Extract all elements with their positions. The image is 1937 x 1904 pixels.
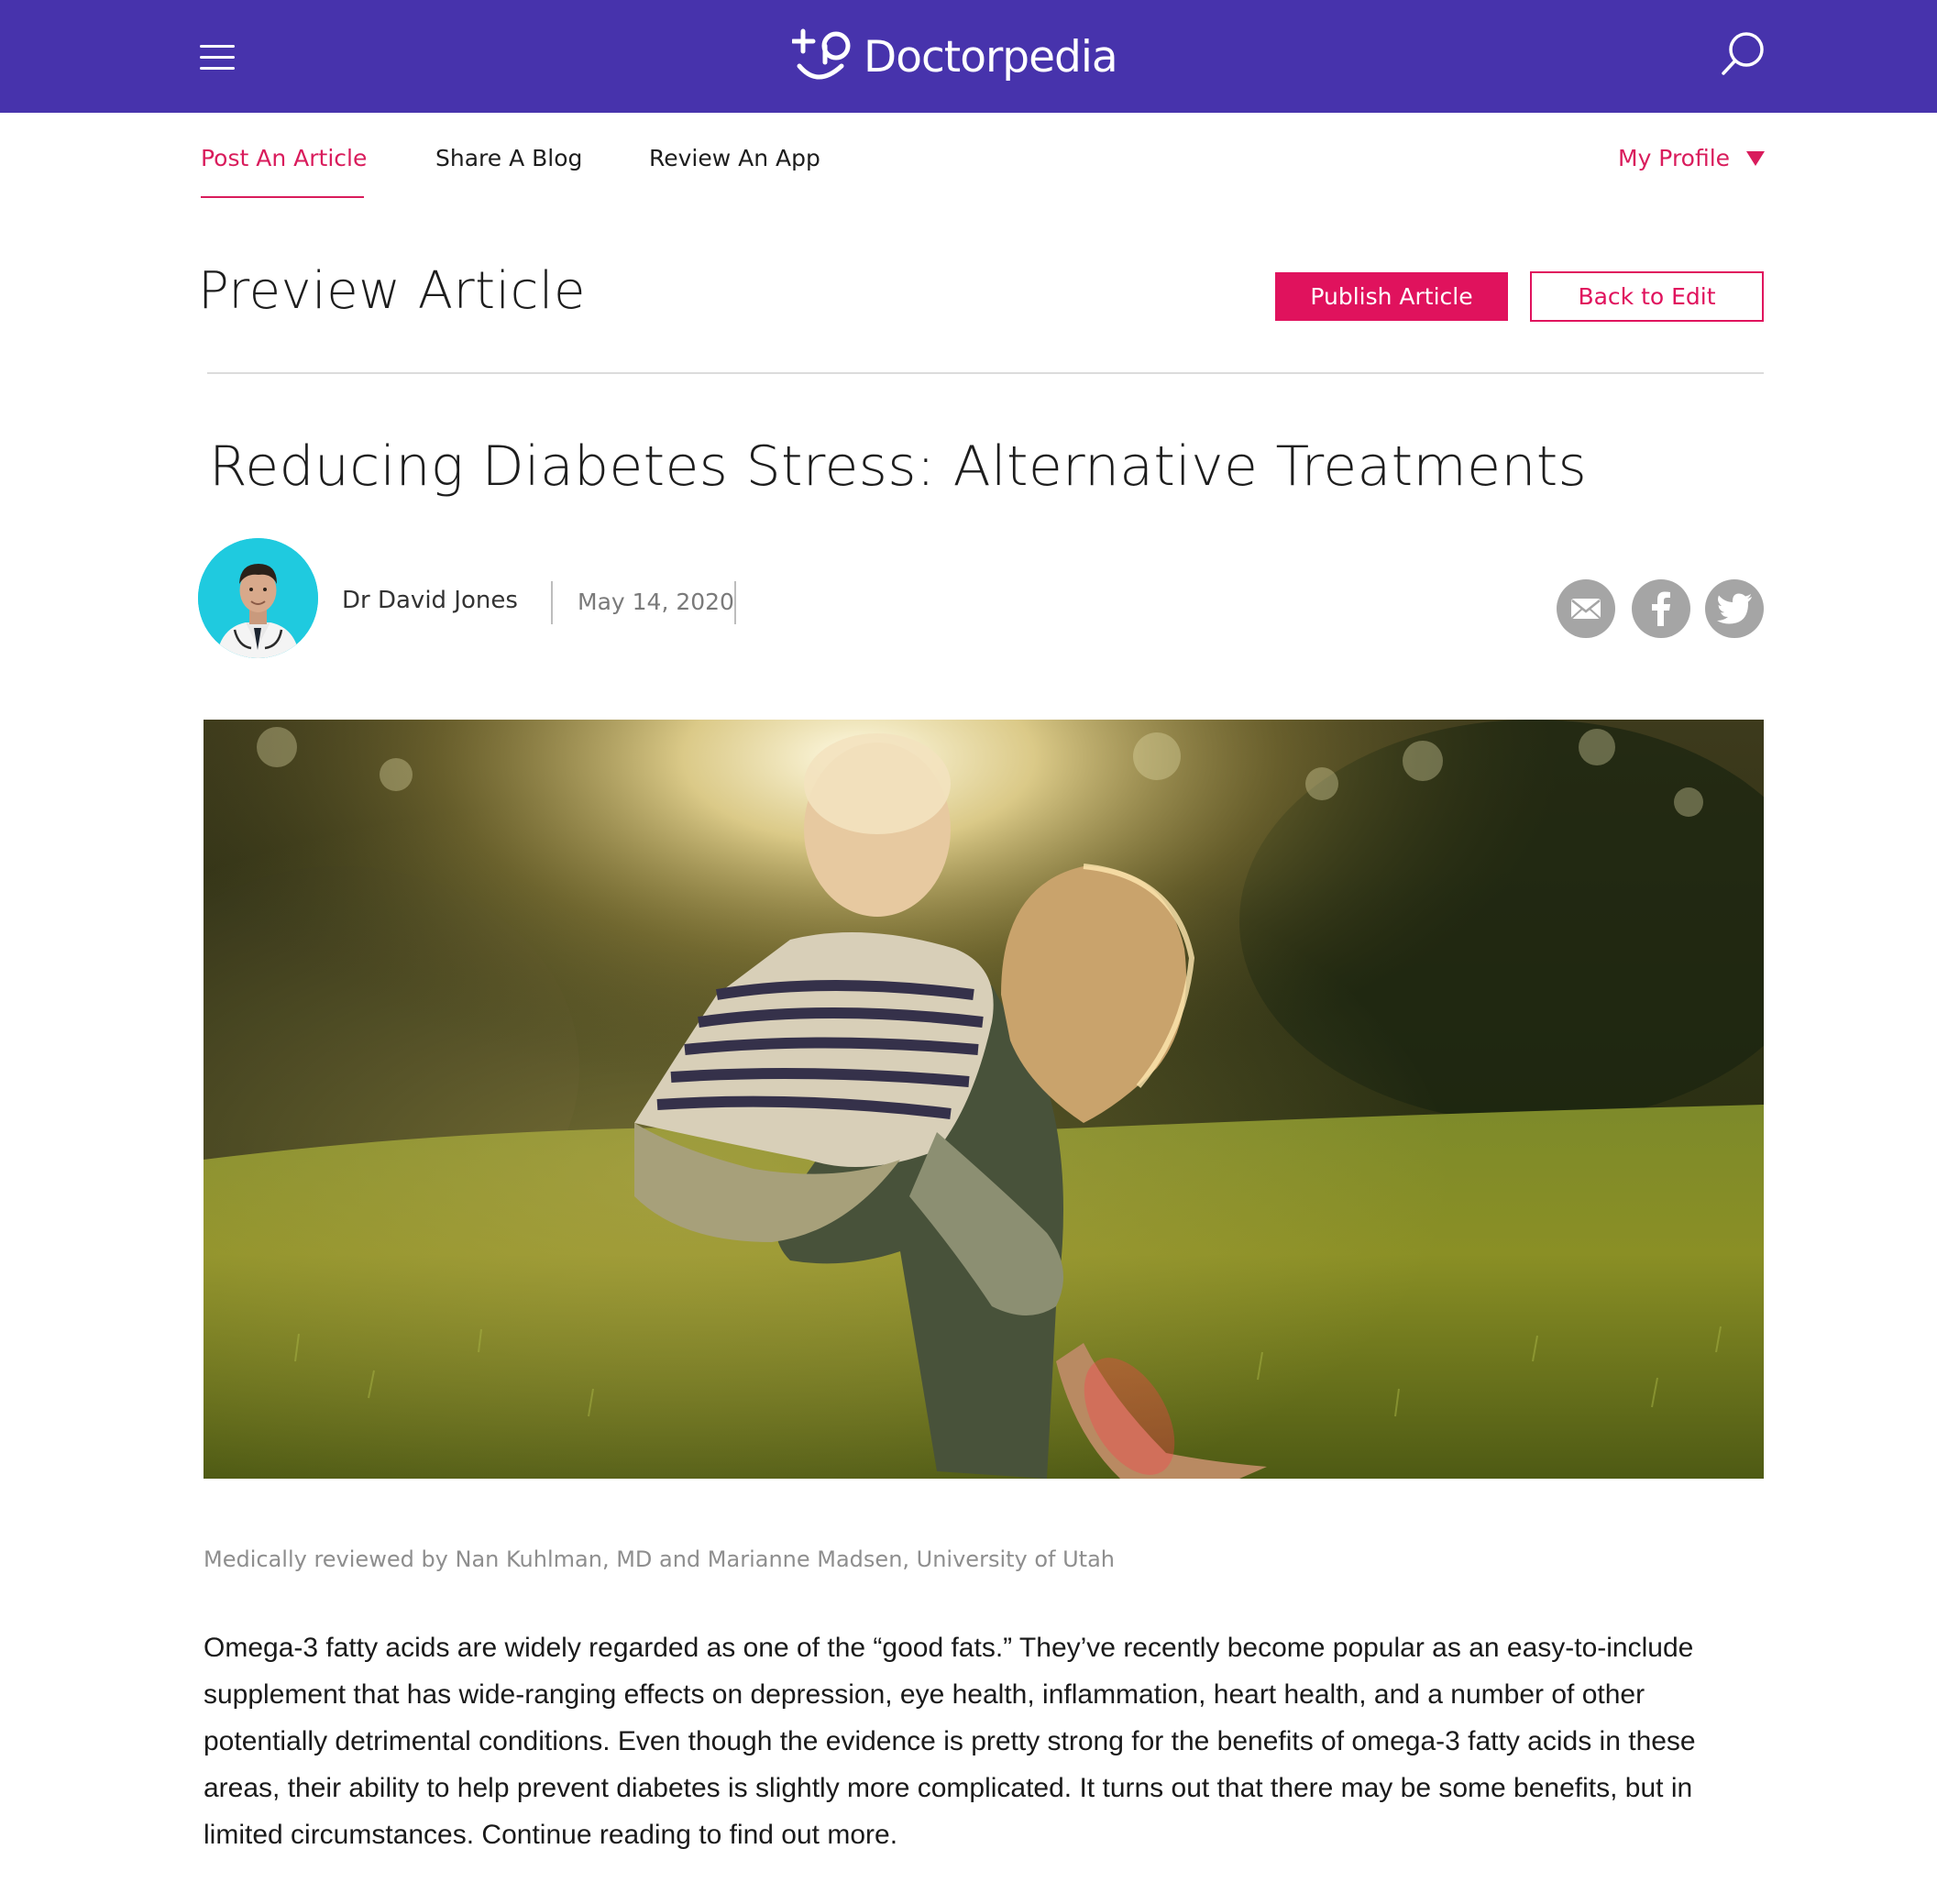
twitter-icon [1717,593,1752,624]
facebook-icon [1652,591,1670,626]
hamburger-menu-icon[interactable] [200,43,238,72]
share-email-button[interactable] [1557,579,1615,638]
my-profile-dropdown[interactable]: My Profile [1618,145,1766,171]
publish-date: May 14, 2020 [578,589,734,615]
nav-review-app[interactable]: Review An App [649,145,820,171]
brand-name: Doctorpedia [864,31,1118,83]
article-hero-image [204,720,1764,1479]
doctorpedia-logo-icon [792,28,851,80]
email-icon [1571,599,1601,619]
meta-separator [734,581,736,624]
caret-down-icon [1746,150,1766,166]
author-avatar[interactable] [198,538,318,658]
page-title: Preview Article [198,261,586,321]
nav-post-article[interactable]: Post An Article [201,145,367,171]
section-divider [207,372,1764,374]
menu-line [200,67,235,70]
my-profile-label: My Profile [1618,145,1731,171]
active-nav-underline [201,196,364,198]
article-body-paragraph: Omega-3 fatty acids are widely regarded … [204,1633,1696,1850]
menu-line [200,45,235,48]
brand-logo[interactable]: Doctorpedia [792,26,1118,88]
menu-line [200,56,235,59]
back-to-edit-button[interactable]: Back to Edit [1530,271,1764,322]
top-header-bar: Doctorpedia [0,0,1937,113]
search-icon[interactable] [1720,30,1766,78]
share-facebook-button[interactable] [1632,579,1690,638]
share-twitter-button[interactable] [1705,579,1764,638]
meta-separator [551,581,553,624]
publish-article-button[interactable]: Publish Article [1275,272,1508,321]
children-in-meadow-photo [204,720,1764,1479]
author-portrait-icon [198,538,318,658]
article-title: Reducing Diabetes Stress: Alternative Tr… [209,435,1588,499]
nav-share-blog[interactable]: Share A Blog [435,145,582,171]
medical-review-credit: Medically reviewed by Nan Kuhlman, MD an… [204,1546,1116,1572]
author-name[interactable]: Dr David Jones [342,587,518,614]
